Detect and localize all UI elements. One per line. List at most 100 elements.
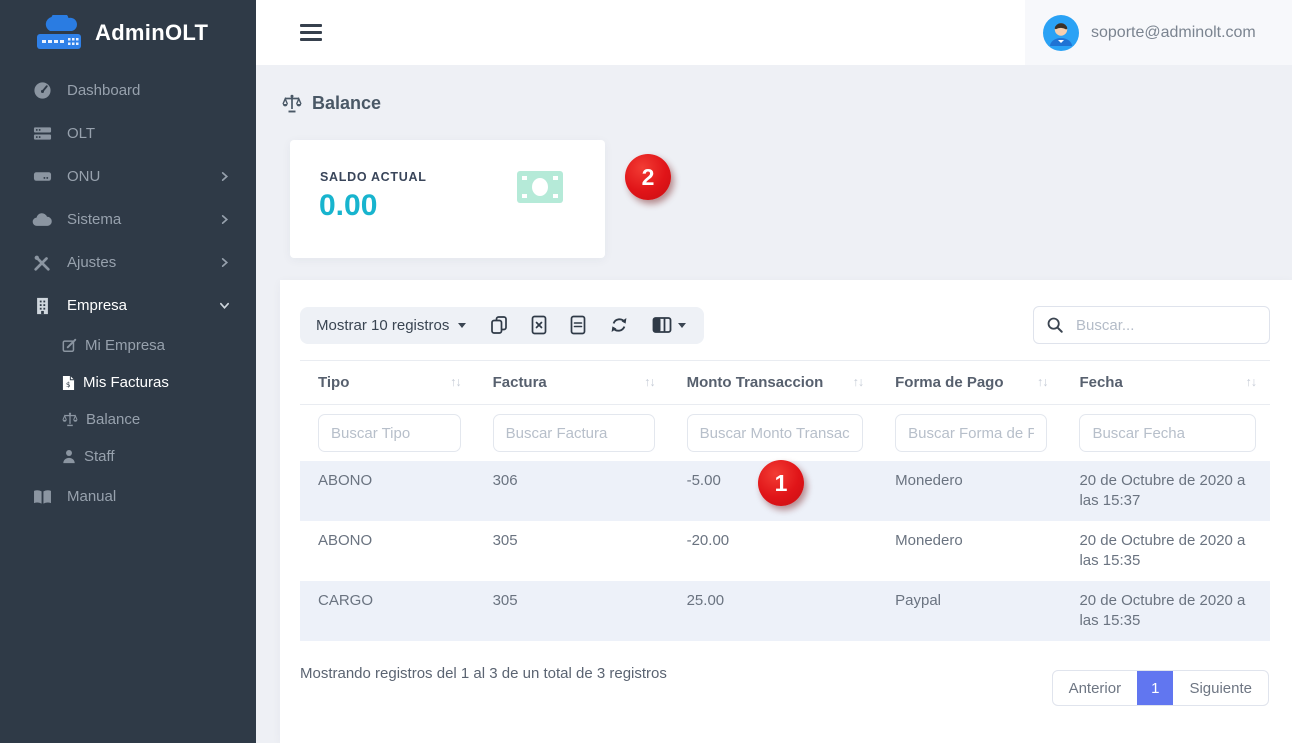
sidebar-item-mis-facturas[interactable]: $ Mis Facturas <box>0 364 256 401</box>
submenu-item-label: Mis Facturas <box>83 374 169 391</box>
sidebar-item-sistema[interactable]: Sistema <box>0 198 256 241</box>
copy-button[interactable] <box>490 315 508 335</box>
filter-forma-pago-input[interactable] <box>895 414 1047 452</box>
page-length-dropdown[interactable]: Mostrar 10 registros <box>316 317 466 334</box>
main-area: soporte@adminolt.com Balance SALDO ACTUA… <box>256 0 1292 743</box>
sidebar-item-dashboard[interactable]: Dashboard <box>0 69 256 112</box>
column-header-tipo[interactable]: ↑↓Tipo <box>300 361 475 405</box>
brand-name: AdminOLT <box>95 20 208 46</box>
device-icon <box>30 167 54 186</box>
sidebar-item-label: Sistema <box>67 211 219 228</box>
cell-monto: -20.00 <box>669 521 878 581</box>
sidebar-item-empresa[interactable]: Empresa <box>0 284 256 327</box>
pagination-prev-button[interactable]: Anterior <box>1053 671 1138 705</box>
sidebar-item-label: Manual <box>67 488 230 505</box>
cell-forma: Monedero <box>877 521 1061 581</box>
page-title: Balance <box>282 93 1292 114</box>
cell-monto: 25.00 <box>669 581 878 641</box>
search-input[interactable] <box>1074 316 1257 335</box>
chevron-right-icon <box>219 214 230 225</box>
user-email: soporte@adminolt.com <box>1091 24 1256 42</box>
sidebar-item-manual[interactable]: Manual <box>0 475 256 518</box>
column-visibility-button[interactable] <box>652 316 686 334</box>
transactions-card: Mostrar 10 registros <box>280 280 1292 743</box>
chevron-right-icon <box>219 171 230 182</box>
book-icon <box>30 489 54 505</box>
sidebar-item-olt[interactable]: OLT <box>0 112 256 155</box>
cell-factura: 306 <box>475 461 669 521</box>
cell-factura: 305 <box>475 521 669 581</box>
sidebar-menu: Dashboard OLT ONU <box>0 65 256 518</box>
pagination-page-1[interactable]: 1 <box>1137 671 1173 705</box>
svg-text:$: $ <box>66 380 71 389</box>
sort-icon: ↑↓ <box>853 375 864 389</box>
chevron-right-icon <box>219 257 230 268</box>
table-filter-row <box>300 405 1270 462</box>
pagination: Anterior 1 Siguiente <box>1052 670 1269 706</box>
annotation-badge-2: 2 <box>625 154 671 200</box>
sidebar-item-label: Dashboard <box>67 82 230 99</box>
app-window: AdminOLT Dashboard OLT ONU <box>0 0 1292 743</box>
page-length-label: Mostrar 10 registros <box>316 317 449 334</box>
sidebar-item-mi-empresa[interactable]: Mi Empresa <box>0 327 256 364</box>
pagination-next-button[interactable]: Siguiente <box>1173 671 1268 705</box>
sidebar-item-label: Ajustes <box>67 254 219 271</box>
user-icon <box>62 449 76 464</box>
saldo-card: SALDO ACTUAL 0.00 <box>290 140 605 258</box>
cell-factura: 305 <box>475 581 669 641</box>
sidebar-item-onu[interactable]: ONU <box>0 155 256 198</box>
column-header-factura[interactable]: ↑↓Factura <box>475 361 669 405</box>
table-header-row: ↑↓Tipo ↑↓Factura ↑↓Monto Transaccion ↑↓F… <box>300 361 1270 405</box>
sidebar: AdminOLT Dashboard OLT ONU <box>0 0 256 743</box>
cell-tipo: ABONO <box>300 461 475 521</box>
sidebar-item-label: ONU <box>67 168 219 185</box>
filter-monto-input[interactable] <box>687 414 864 452</box>
page-content: Balance SALDO ACTUAL 0.00 Mostrar 10 reg… <box>256 65 1292 743</box>
building-icon <box>30 297 54 315</box>
column-header-monto[interactable]: ↑↓Monto Transaccion <box>669 361 878 405</box>
edit-square-icon <box>62 338 77 353</box>
cell-forma: Monedero <box>877 461 1061 521</box>
submenu-item-label: Balance <box>86 411 140 428</box>
search-icon <box>1046 316 1064 334</box>
invoice-icon: $ <box>62 375 75 391</box>
cloud-icon <box>30 211 54 228</box>
column-header-fecha[interactable]: ↑↓Fecha <box>1061 361 1270 405</box>
excel-export-button[interactable] <box>531 315 547 335</box>
sort-icon: ↑↓ <box>1037 375 1048 389</box>
filter-factura-input[interactable] <box>493 414 655 452</box>
export-buttons <box>490 315 686 335</box>
empresa-submenu: Mi Empresa $ Mis Facturas Balance <box>0 327 256 475</box>
annotation-badge-1: 1 <box>758 460 804 506</box>
scales-icon <box>282 94 302 113</box>
filter-tipo-input[interactable] <box>318 414 461 452</box>
server-icon <box>30 124 54 143</box>
sidebar-item-staff[interactable]: Staff <box>0 438 256 475</box>
sort-icon: ↑↓ <box>450 375 461 389</box>
brand[interactable]: AdminOLT <box>0 0 256 65</box>
cell-fecha: 20 de Octubre de 2020 a las 15:35 <box>1061 521 1270 581</box>
column-header-forma-pago[interactable]: ↑↓Forma de Pago <box>877 361 1061 405</box>
table-toolbar: Mostrar 10 registros <box>300 306 1270 344</box>
hamburger-menu-icon[interactable] <box>300 20 322 45</box>
file-export-button[interactable] <box>570 315 586 335</box>
table-search <box>1033 306 1270 344</box>
table-row: ABONO 305 -20.00 Monedero 20 de Octubre … <box>300 521 1270 581</box>
sidebar-item-ajustes[interactable]: Ajustes <box>0 241 256 284</box>
cell-tipo: ABONO <box>300 521 475 581</box>
refresh-button[interactable] <box>609 315 629 335</box>
cell-fecha: 20 de Octubre de 2020 a las 15:35 <box>1061 581 1270 641</box>
sidebar-item-balance[interactable]: Balance <box>0 401 256 438</box>
filter-fecha-input[interactable] <box>1079 414 1256 452</box>
caret-down-icon <box>458 323 466 328</box>
money-bill-icon <box>517 171 563 203</box>
toolbar-pill: Mostrar 10 registros <box>300 307 704 344</box>
cell-forma: Paypal <box>877 581 1061 641</box>
cell-tipo: CARGO <box>300 581 475 641</box>
user-menu[interactable]: soporte@adminolt.com <box>1025 0 1292 65</box>
cell-fecha: 20 de Octubre de 2020 a las 15:37 <box>1061 461 1270 521</box>
sort-icon: ↑↓ <box>1246 375 1257 389</box>
avatar <box>1043 15 1079 51</box>
table-row: CARGO 305 25.00 Paypal 20 de Octubre de … <box>300 581 1270 641</box>
chevron-down-icon <box>219 300 230 311</box>
